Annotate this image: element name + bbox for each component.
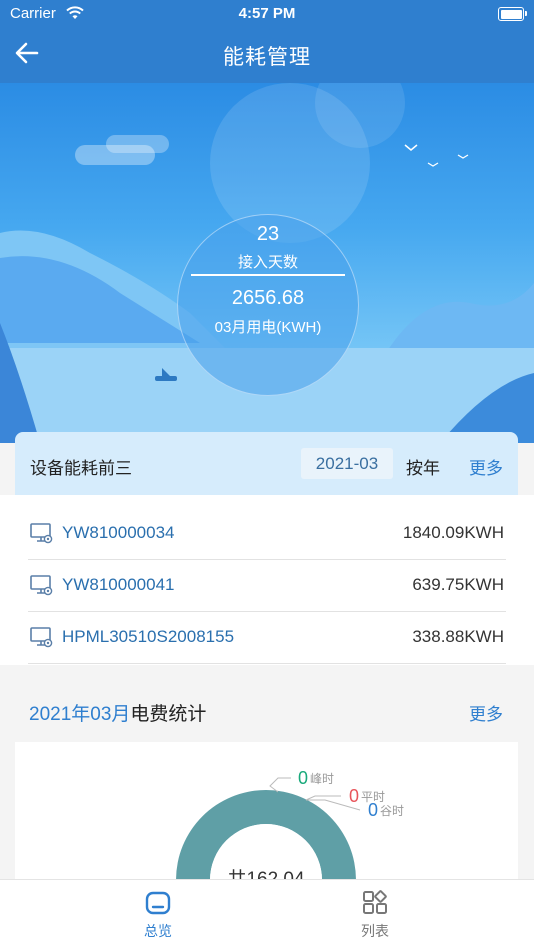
access-days-value: 23 (256, 223, 280, 245)
summary-circle: 23 接入天数 2656.68 03月用电(KWH) (177, 214, 359, 396)
page-title: 能耗管理 (223, 46, 311, 69)
device-energy: 1840.09KWH (402, 523, 504, 542)
slice-category-label: 峰时 (310, 772, 334, 786)
grid-icon (363, 890, 387, 914)
device-id: YW810000034 (62, 523, 175, 542)
device-monitor-icon (30, 627, 53, 648)
fee-section-title: 2021年03月电费统计 (29, 699, 206, 726)
home-icon (145, 891, 171, 915)
slice-value-label: 0 (368, 800, 378, 820)
fee-chart-card: 共162.04 0 峰时 0 平时 0 谷时 (15, 742, 518, 882)
fee-donut-chart: 共162.040 峰时0 平时0 谷时 (176, 768, 404, 882)
device-list: YW810000034 1840.09KWH YW810000041 639.7… (0, 495, 534, 665)
fee-more-link[interactable]: 更多 (469, 700, 503, 725)
top3-title: 设备能耗前三 (30, 459, 132, 478)
access-days-label: 接入天数 (237, 254, 298, 271)
divider (191, 274, 345, 276)
tab-overview-label: 总览 (144, 923, 172, 939)
power-value: 2656.68 (231, 287, 305, 309)
by-year-toggle[interactable]: 按年 (406, 454, 440, 479)
fee-title-month: 2021年03月 (29, 704, 131, 725)
tab-list[interactable]: 列表 (335, 890, 415, 941)
battery-icon (498, 7, 527, 21)
top3-header: 设备能耗前三 2021-03 按年 更多 (15, 432, 518, 495)
device-id: YW810000041 (62, 575, 175, 594)
device-energy: 338.88KWH (412, 627, 504, 646)
leader-line (269, 777, 291, 793)
tab-list-label: 列表 (361, 923, 389, 939)
hero-banner: 23 接入天数 2656.68 03月用电(KWH) (0, 83, 534, 443)
leader-line (305, 795, 341, 801)
device-monitor-icon (30, 523, 53, 544)
top3-more-link[interactable]: 更多 (469, 454, 503, 479)
tab-bar: 总览 列表 (0, 879, 534, 951)
device-monitor-icon (30, 575, 53, 596)
header-bar: Carrier 4:57 PM 能耗管理 (0, 0, 534, 83)
list-item[interactable]: HPML30510S2008155 338.88KWH (28, 612, 506, 664)
list-item[interactable]: YW810000034 1840.09KWH (28, 508, 506, 560)
device-id: HPML30510S2008155 (62, 627, 235, 646)
status-bar: Carrier 4:57 PM (0, 0, 534, 28)
fee-title-text: 电费统计 (130, 704, 207, 725)
date-picker[interactable]: 2021-03 (301, 448, 393, 479)
power-label: 03月用电(KWH) (214, 319, 322, 336)
tab-overview[interactable]: 总览 (118, 890, 198, 941)
slice-value-label: 0 (298, 768, 308, 788)
slice-category-label: 谷时 (380, 804, 404, 818)
device-energy: 639.75KWH (412, 575, 504, 594)
clock: 4:57 PM (238, 5, 296, 22)
list-item[interactable]: YW810000041 639.75KWH (28, 560, 506, 612)
slice-value-label: 0 (349, 786, 359, 806)
